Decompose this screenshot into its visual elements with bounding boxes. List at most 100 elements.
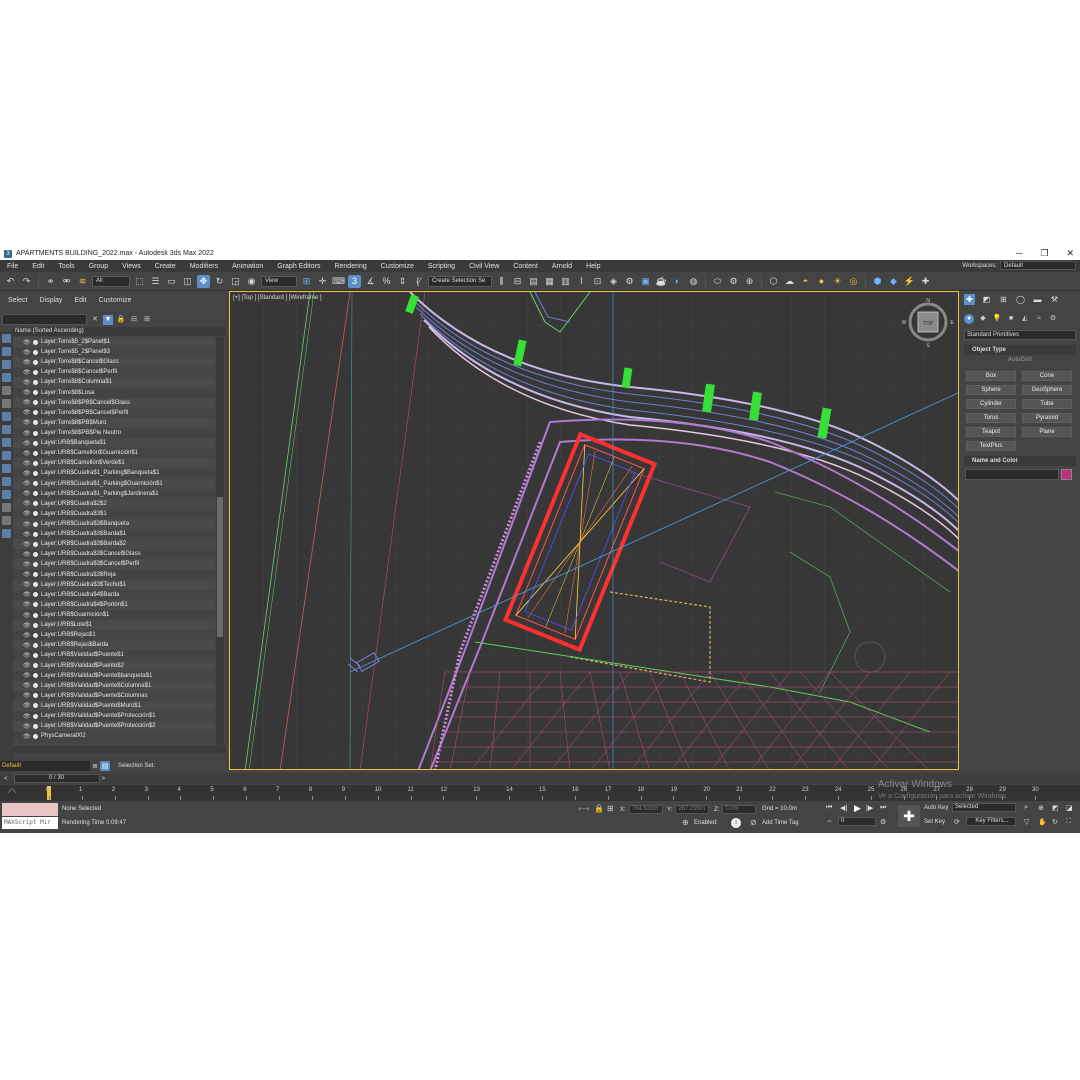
list-item[interactable]: 👁 Layer:URB$Camellón$Guarnición$1: [13, 448, 215, 458]
close-button[interactable]: ✕: [1066, 247, 1074, 260]
menu-group[interactable]: Group: [82, 263, 115, 270]
freeze-dot-icon[interactable]: [33, 460, 38, 466]
freeze-dot-icon[interactable]: [33, 410, 38, 416]
schematic-view-icon[interactable]: ⊡: [591, 275, 604, 288]
freeze-dot-icon[interactable]: [33, 612, 38, 618]
visibility-eye-icon[interactable]: 👁: [23, 581, 31, 588]
arnold-render-icon[interactable]: ◍: [687, 275, 700, 288]
menu-scripting[interactable]: Scripting: [421, 263, 462, 270]
list-item[interactable]: 👁 Layer:URB$Vialidad$Puente$Protección$2: [13, 721, 215, 732]
list-item[interactable]: 👁 Layer:Torre$8$Columna$1: [13, 377, 215, 388]
freeze-dot-icon[interactable]: [33, 592, 38, 598]
visibility-eye-icon[interactable]: 👁: [23, 531, 31, 538]
arnold-sky-icon[interactable]: ◓: [799, 275, 812, 288]
list-item[interactable]: 👁 Layer:URB$Cuadra$4$Barda: [13, 590, 215, 600]
list-item[interactable]: 👁 Layer:URB$Camellón$Verde$1: [13, 458, 215, 469]
display-geometry-icon[interactable]: [2, 334, 11, 343]
menu-animation[interactable]: Animation: [225, 263, 270, 270]
fluid-icon[interactable]: ◆: [887, 275, 900, 288]
spinner-snap-icon[interactable]: ⇕: [396, 275, 409, 288]
visibility-eye-icon[interactable]: 👁: [23, 682, 31, 689]
scene-search-input[interactable]: [2, 314, 87, 325]
freeze-dot-icon[interactable]: [33, 582, 38, 588]
current-layer-dropdown[interactable]: Default: [0, 761, 90, 771]
lights-icon[interactable]: 💡: [992, 314, 1002, 324]
display-hidden-icon[interactable]: [2, 477, 11, 486]
list-item[interactable]: 👁 Layer:URB$Cuadra$3$Barda$2: [13, 539, 215, 550]
list-item[interactable]: 👁 Layer:URB$Vialidad$Puente$Columna$1: [13, 680, 215, 691]
display-cameras-icon[interactable]: [2, 373, 11, 382]
freeze-dot-icon[interactable]: [33, 390, 38, 396]
freeze-dot-icon[interactable]: [33, 551, 38, 557]
render-production-icon[interactable]: ☕: [655, 275, 668, 288]
x-field[interactable]: 784.633m: [628, 805, 663, 814]
freeze-dot-icon[interactable]: [33, 652, 38, 658]
freeze-dot-icon[interactable]: [33, 733, 38, 739]
visibility-eye-icon[interactable]: 👁: [23, 349, 31, 356]
menu-content[interactable]: Content: [506, 263, 545, 270]
freeze-dot-icon[interactable]: [33, 420, 38, 426]
visibility-eye-icon[interactable]: 👁: [23, 490, 31, 497]
freeze-dot-icon[interactable]: [33, 440, 38, 446]
go-to-start-icon[interactable]: ⏮: [826, 804, 832, 812]
visibility-eye-icon[interactable]: 👁: [23, 692, 31, 699]
geometry-icon[interactable]: ●: [964, 314, 974, 324]
freeze-dot-icon[interactable]: [33, 339, 38, 345]
list-item[interactable]: 👁 Layer:URB$Vialidad$Puente$Columnas: [13, 691, 215, 701]
visibility-eye-icon[interactable]: 👁: [23, 642, 31, 649]
viewport-label[interactable]: [+] [Top ] [Standard ] [Wireframe ]: [233, 295, 322, 301]
visibility-eye-icon[interactable]: 👁: [23, 541, 31, 548]
arnold-sphere-icon[interactable]: ●: [815, 275, 828, 288]
freeze-dot-icon[interactable]: [33, 723, 38, 729]
filter-options-icon[interactable]: [2, 529, 11, 538]
zoom-all-icon[interactable]: ⊕: [1038, 804, 1044, 812]
select-object-icon[interactable]: ⬚: [133, 275, 146, 288]
visibility-eye-icon[interactable]: 👁: [23, 702, 31, 709]
civil-view-icon[interactable]: ⊕: [743, 275, 756, 288]
autogrid-checkbox[interactable]: AutoGrid: [1008, 357, 1032, 363]
set-key-button[interactable]: Set Key: [924, 818, 945, 827]
textplus-button[interactable]: TextPlus: [966, 441, 1016, 451]
list-item[interactable]: 👁 Layer:URB$Cuadra$3$Banqueta: [13, 518, 215, 530]
list-item[interactable]: 👁 Layer:URB$Cuadra$4$Portón$1: [13, 599, 215, 610]
freeze-dot-icon[interactable]: [33, 622, 38, 628]
visibility-eye-icon[interactable]: 👁: [23, 369, 31, 376]
display-all-icon[interactable]: [2, 490, 11, 499]
object-type-rollout[interactable]: Object Type: [964, 345, 1076, 355]
time-config-settings-icon[interactable]: ⚙: [880, 818, 886, 826]
lock-icon[interactable]: 🔒: [116, 315, 126, 325]
freeze-dot-icon[interactable]: [33, 632, 38, 638]
rect-selection-icon[interactable]: ▭: [165, 275, 178, 288]
toggle-layer-explorer-icon[interactable]: ▦: [543, 275, 556, 288]
menu-customize[interactable]: Customize: [374, 263, 421, 270]
visibility-eye-icon[interactable]: 👁: [23, 470, 31, 477]
freeze-dot-icon[interactable]: [33, 511, 38, 517]
render-frame-window-icon[interactable]: ▣: [639, 275, 652, 288]
menu-tools[interactable]: Tools: [51, 263, 81, 270]
name-column-header[interactable]: Name (Sorted Ascending): [13, 327, 226, 336]
visibility-eye-icon[interactable]: 👁: [23, 723, 31, 730]
maxscript-output[interactable]: [2, 803, 58, 816]
visibility-eye-icon[interactable]: 👁: [23, 419, 31, 426]
minimize-button[interactable]: ─: [1016, 247, 1022, 260]
scene-menu-customize[interactable]: Customize: [90, 297, 135, 309]
list-item[interactable]: 👁 Layer:URB$Cuadra$1_Parking$Jardinera$1: [13, 489, 215, 499]
visibility-eye-icon[interactable]: 👁: [23, 561, 31, 568]
visibility-eye-icon[interactable]: 👁: [23, 713, 31, 720]
visibility-eye-icon[interactable]: 👁: [23, 500, 31, 507]
scene-horizontal-scrollbar[interactable]: [13, 746, 226, 753]
time-tag-icon[interactable]: ⊘: [750, 818, 757, 827]
display-xrefs-icon[interactable]: [2, 425, 11, 434]
box-button[interactable]: Box: [966, 371, 1016, 381]
bifrost-icon[interactable]: ⬢: [871, 275, 884, 288]
list-item[interactable]: 👁 Layer:URB$Vialidad$Puente$2: [13, 660, 215, 671]
freeze-dot-icon[interactable]: [33, 450, 38, 456]
plane-button[interactable]: Plane: [1022, 427, 1072, 437]
list-item[interactable]: 👁 Layer:URB$Vialidad$Puente$Muro$1: [13, 700, 215, 712]
visibility-eye-icon[interactable]: 👁: [23, 652, 31, 659]
filter-icon[interactable]: ▼: [103, 314, 113, 325]
arnold-skydome-icon[interactable]: ◎: [847, 275, 860, 288]
bind-spacewarp-icon[interactable]: ≋: [76, 275, 89, 288]
list-item[interactable]: 👁 Layer:Torre$8$Losa: [13, 388, 215, 398]
utilities-tab-icon[interactable]: ⚒: [1049, 294, 1060, 305]
